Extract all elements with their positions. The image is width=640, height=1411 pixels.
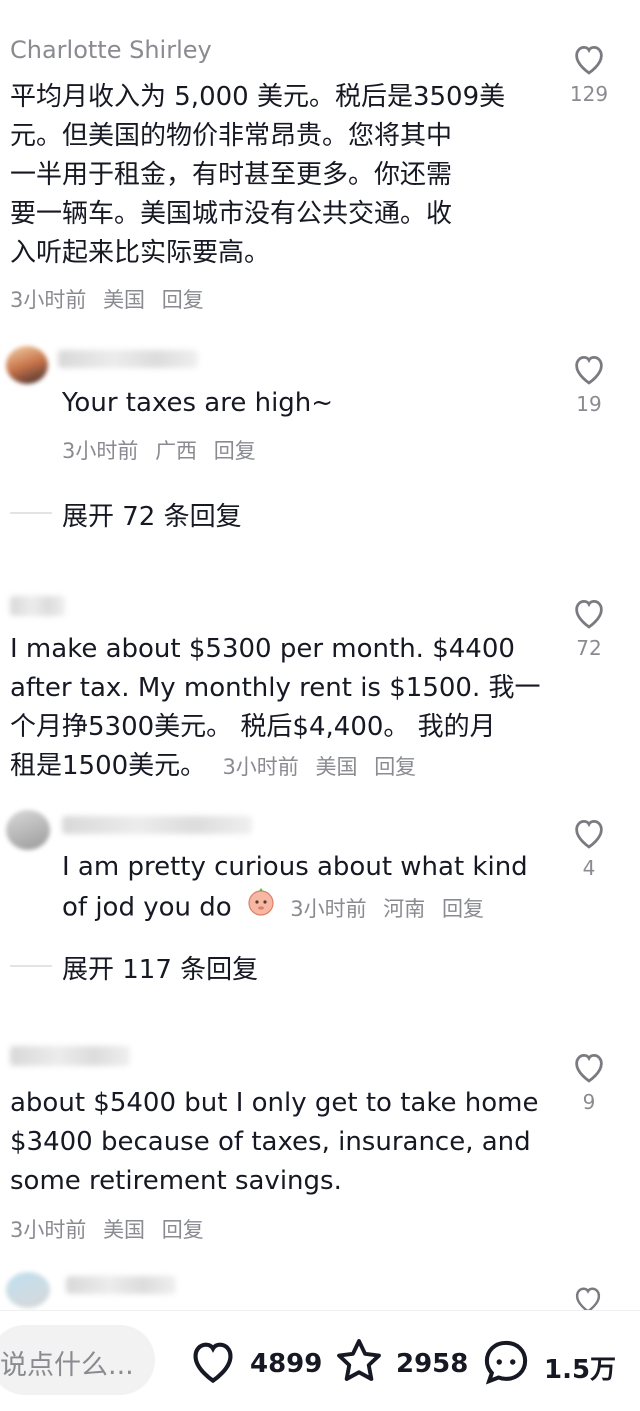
reply-button[interactable]: 回复 [442, 897, 484, 921]
expand-replies-button[interactable]: 展开 117 条回复 [62, 949, 258, 986]
comment-line: 要一辆车。美国城市没有公共交通。收 [10, 199, 453, 229]
blurred-username[interactable] [10, 1046, 130, 1066]
comment-line: about $5400 but I only get to take home [10, 1088, 539, 1118]
avatar[interactable] [6, 346, 48, 384]
comment-like[interactable]: 19 [564, 352, 614, 416]
comment-meta: 3小时前 美国 回复 [10, 1214, 214, 1244]
comment-line-text: 租是1500美元。 [10, 751, 207, 781]
heart-outline-icon [575, 820, 603, 849]
comment-text: I make about $5300 per month. $4400 afte… [10, 630, 541, 787]
comment-input[interactable]: 说点什么... [0, 1325, 155, 1395]
comment-time: 3小时前 [10, 288, 87, 312]
avatar[interactable] [6, 1272, 50, 1308]
bottom-action-bar: 说点什么... 4899 2958 1.5万 [0, 1310, 640, 1411]
comment-meta: 3小时前 广西 回复 [62, 435, 266, 465]
like-count: 19 [576, 392, 602, 416]
comment-line: $3400 because of taxes, insurance, and [10, 1127, 531, 1157]
comment-time: 3小时前 [10, 1218, 87, 1242]
comment-line: after tax. My monthly rent is $1500. 我一 [10, 673, 541, 703]
reply-button[interactable]: 回复 [162, 288, 204, 312]
heart-outline-icon [575, 46, 603, 75]
blurred-username[interactable] [62, 816, 252, 834]
emoji-face-icon [246, 887, 276, 929]
comment-total: 1.5万 [544, 1355, 617, 1385]
reply-button[interactable]: 回复 [162, 1218, 204, 1242]
heart-outline-icon [575, 1054, 603, 1083]
comment-like[interactable]: 129 [564, 42, 614, 106]
like-total: 4899 [250, 1349, 323, 1379]
like-count: 9 [582, 1090, 596, 1114]
comment-line: 个月挣5300美元。 税后$4,400。 我的月 [10, 712, 496, 742]
comment-time: 3小时前 [222, 755, 299, 779]
like-count: 72 [576, 636, 602, 660]
expand-replies-button[interactable]: 展开 72 条回复 [62, 496, 242, 533]
comment-text: Your taxes are high~ [62, 388, 334, 418]
comment-meta: 3小时前 美国 回复 [10, 284, 214, 314]
comment-bubble-icon[interactable] [478, 1335, 534, 1393]
comment-line: 入听起来比实际要高。 [10, 238, 271, 268]
comment-location: 美国 [103, 1218, 146, 1242]
divider [10, 965, 52, 967]
heart-outline-icon [575, 600, 603, 629]
comment-text: I am pretty curious about what kind of j… [62, 848, 528, 929]
comment-location: 广西 [155, 439, 198, 463]
star-outline-icon[interactable] [332, 1335, 386, 1391]
comment-meta: 3小时前 美国 回复 [222, 755, 426, 779]
comment-author[interactable]: Charlotte Shirley [10, 36, 212, 64]
like-count: 129 [569, 82, 609, 106]
comment-time: 3小时前 [290, 896, 367, 921]
comment-line: I am pretty curious about what kind [62, 852, 528, 882]
comment-line: 一半用于租金，有时甚至更多。你还需 [10, 160, 453, 190]
comment-line: 租是1500美元。 3小时前 美国 回复 [10, 747, 541, 787]
blurred-username[interactable] [10, 596, 65, 616]
comment-text: 平均月收入为 5,000 美元。税后是3509美 元。但美国的物价非常昂贵。您将… [10, 78, 505, 273]
comment-time: 3小时前 [62, 439, 139, 463]
blurred-username[interactable] [58, 350, 198, 368]
like-count: 4 [582, 856, 596, 880]
comment-like[interactable]: 72 [564, 596, 614, 660]
reply-button[interactable]: 回复 [374, 755, 416, 779]
comment-line: some retirement savings. [10, 1166, 342, 1196]
comment-line-text: of jod you do [62, 892, 232, 923]
reply-button[interactable]: 回复 [214, 439, 256, 463]
comment-line: 元。但美国的物价非常昂贵。您将其中 [10, 121, 453, 151]
favorite-total: 2958 [396, 1349, 469, 1379]
heart-outline-icon [575, 356, 603, 385]
comment-like[interactable]: 9 [564, 1050, 614, 1114]
comment-input-placeholder: 说点什么... [0, 1350, 134, 1381]
divider [10, 512, 52, 514]
comment-location: 美国 [315, 755, 358, 779]
comment-location: 河南 [383, 896, 426, 921]
heart-outline-icon[interactable] [186, 1337, 240, 1389]
avatar[interactable] [6, 810, 50, 850]
comment-text: about $5400 but I only get to take home … [10, 1084, 538, 1201]
comment-location: 美国 [103, 288, 146, 312]
comment-like[interactable]: 4 [564, 816, 614, 880]
comment-meta: 3小时前 河南 回复 [290, 897, 494, 921]
comment-line: 平均月收入为 5,000 美元。税后是3509美 [10, 82, 506, 112]
comment-line: I make about $5300 per month. $4400 [10, 634, 515, 664]
comment-line: of jod you do 3小时前 河南 回复 [62, 887, 528, 929]
blurred-username[interactable] [66, 1276, 176, 1294]
